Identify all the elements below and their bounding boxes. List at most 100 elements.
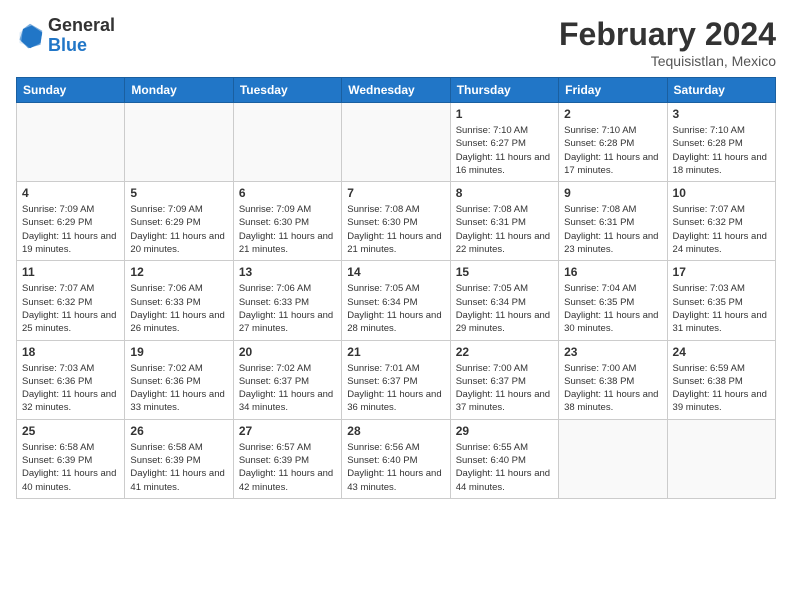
weekday-header-wednesday: Wednesday: [342, 78, 450, 103]
day-info: Sunrise: 7:08 AMSunset: 6:31 PMDaylight:…: [456, 203, 553, 256]
day-info: Sunrise: 7:10 AMSunset: 6:27 PMDaylight:…: [456, 124, 553, 177]
day-number: 23: [564, 345, 661, 359]
calendar-cell-2-6: 9Sunrise: 7:08 AMSunset: 6:31 PMDaylight…: [559, 182, 667, 261]
calendar-cell-2-2: 5 Sunrise: 7:09 AMSunset: 6:29 PMDaylight…: [125, 182, 233, 261]
day-number: 14: [347, 265, 444, 279]
day-info: Sunrise: 7:05 AMSunset: 6:34 PMDaylight:…: [347, 282, 444, 335]
day-number: 5: [130, 186, 227, 200]
calendar-cell-3-7: 17 Sunrise: 7:03 AMSunset: 6:35 PMDayligh…: [667, 261, 775, 340]
weekday-header-tuesday: Tuesday: [233, 78, 341, 103]
calendar-cell-3-1: 11 Sunrise: 7:07 AMSunset: 6:32 PMDayligh…: [17, 261, 125, 340]
day-number: 24: [673, 345, 770, 359]
calendar-header: SundayMondayTuesdayWednesdayThursdayFrid…: [17, 78, 776, 103]
calendar-cell-2-7: 10 Sunrise: 7:07 AMSunset: 6:32 PMDayligh…: [667, 182, 775, 261]
calendar-cell-1-2: [125, 103, 233, 182]
day-number: 16: [564, 265, 661, 279]
calendar-cell-3-5: 15 Sunrise: 7:05 AMSunset: 6:34 PMDayligh…: [450, 261, 558, 340]
day-number: 19: [130, 345, 227, 359]
calendar-cell-3-2: 12Sunrise: 7:06 AMSunset: 6:33 PMDayligh…: [125, 261, 233, 340]
calendar-cell-5-1: 25Sunrise: 6:58 AMSunset: 6:39 PMDayligh…: [17, 419, 125, 498]
day-info: Sunrise: 7:06 AMSunset: 6:33 PMDaylight:…: [239, 282, 336, 335]
day-info: Sunrise: 7:04 AMSunset: 6:35 PMDaylight:…: [564, 282, 661, 335]
calendar-cell-4-3: 20 Sunrise: 7:02 AMSunset: 6:37 PMDayligh…: [233, 340, 341, 419]
day-info: Sunrise: 7:06 AMSunset: 6:33 PMDaylight:…: [130, 282, 227, 335]
calendar-week-row-5: 25Sunrise: 6:58 AMSunset: 6:39 PMDayligh…: [17, 419, 776, 498]
weekday-header-sunday: Sunday: [17, 78, 125, 103]
day-number: 28: [347, 424, 444, 438]
calendar-week-row-1: 1 Sunrise: 7:10 AMSunset: 6:27 PMDaylight…: [17, 103, 776, 182]
calendar-cell-2-3: 6 Sunrise: 7:09 AMSunset: 6:30 PMDaylight…: [233, 182, 341, 261]
weekday-header-row: SundayMondayTuesdayWednesdayThursdayFrid…: [17, 78, 776, 103]
day-info: Sunrise: 7:05 AMSunset: 6:34 PMDaylight:…: [456, 282, 553, 335]
month-title: February 2024: [559, 16, 776, 53]
logo-blue-text: Blue: [48, 35, 87, 55]
day-number: 2: [564, 107, 661, 121]
weekday-header-friday: Friday: [559, 78, 667, 103]
calendar-cell-4-7: 24Sunrise: 6:59 AMSunset: 6:38 PMDayligh…: [667, 340, 775, 419]
calendar-cell-3-6: 16 Sunrise: 7:04 AMSunset: 6:35 PMDayligh…: [559, 261, 667, 340]
calendar-cell-2-1: 4 Sunrise: 7:09 AMSunset: 6:29 PMDaylight…: [17, 182, 125, 261]
logo: General Blue: [16, 16, 115, 56]
day-number: 27: [239, 424, 336, 438]
calendar-cell-4-5: 22 Sunrise: 7:00 AMSunset: 6:37 PMDayligh…: [450, 340, 558, 419]
day-number: 29: [456, 424, 553, 438]
day-number: 7: [347, 186, 444, 200]
calendar-cell-2-5: 8 Sunrise: 7:08 AMSunset: 6:31 PMDaylight…: [450, 182, 558, 261]
day-number: 4: [22, 186, 119, 200]
calendar-cell-5-3: 27 Sunrise: 6:57 AMSunset: 6:39 PMDayligh…: [233, 419, 341, 498]
calendar-cell-4-6: 23Sunrise: 7:00 AMSunset: 6:38 PMDayligh…: [559, 340, 667, 419]
calendar-cell-1-5: 1 Sunrise: 7:10 AMSunset: 6:27 PMDaylight…: [450, 103, 558, 182]
day-info: Sunrise: 7:10 AMSunset: 6:28 PMDaylight:…: [673, 124, 770, 177]
day-number: 22: [456, 345, 553, 359]
calendar-cell-1-3: [233, 103, 341, 182]
calendar-week-row-4: 18 Sunrise: 7:03 AMSunset: 6:36 PMDayligh…: [17, 340, 776, 419]
day-info: Sunrise: 7:09 AMSunset: 6:30 PMDaylight:…: [239, 203, 336, 256]
location: Tequisistlan, Mexico: [559, 53, 776, 69]
day-number: 8: [456, 186, 553, 200]
calendar-cell-2-4: 7 Sunrise: 7:08 AMSunset: 6:30 PMDaylight…: [342, 182, 450, 261]
day-number: 20: [239, 345, 336, 359]
day-info: Sunrise: 7:07 AMSunset: 6:32 PMDaylight:…: [22, 282, 119, 335]
day-info: Sunrise: 7:08 AMSunset: 6:30 PMDaylight:…: [347, 203, 444, 256]
day-number: 10: [673, 186, 770, 200]
day-info: Sunrise: 7:10 AMSunset: 6:28 PMDaylight:…: [564, 124, 661, 177]
calendar-table: SundayMondayTuesdayWednesdayThursdayFrid…: [16, 77, 776, 499]
calendar-week-row-3: 11 Sunrise: 7:07 AMSunset: 6:32 PMDayligh…: [17, 261, 776, 340]
calendar-cell-4-4: 21Sunrise: 7:01 AMSunset: 6:37 PMDayligh…: [342, 340, 450, 419]
title-block: February 2024 Tequisistlan, Mexico: [559, 16, 776, 69]
day-info: Sunrise: 6:58 AMSunset: 6:39 PMDaylight:…: [130, 441, 227, 494]
day-info: Sunrise: 7:02 AMSunset: 6:37 PMDaylight:…: [239, 362, 336, 415]
day-number: 17: [673, 265, 770, 279]
calendar-cell-3-3: 13 Sunrise: 7:06 AMSunset: 6:33 PMDayligh…: [233, 261, 341, 340]
day-info: Sunrise: 7:03 AMSunset: 6:36 PMDaylight:…: [22, 362, 119, 415]
calendar-cell-5-4: 28 Sunrise: 6:56 AMSunset: 6:40 PMDayligh…: [342, 419, 450, 498]
day-number: 11: [22, 265, 119, 279]
calendar-cell-5-2: 26Sunrise: 6:58 AMSunset: 6:39 PMDayligh…: [125, 419, 233, 498]
day-number: 21: [347, 345, 444, 359]
calendar-cell-1-4: [342, 103, 450, 182]
calendar-cell-5-7: [667, 419, 775, 498]
calendar-cell-1-7: 3Sunrise: 7:10 AMSunset: 6:28 PMDaylight…: [667, 103, 775, 182]
day-info: Sunrise: 7:09 AMSunset: 6:29 PMDaylight:…: [22, 203, 119, 256]
day-info: Sunrise: 6:58 AMSunset: 6:39 PMDaylight:…: [22, 441, 119, 494]
calendar-cell-4-2: 19 Sunrise: 7:02 AMSunset: 6:36 PMDayligh…: [125, 340, 233, 419]
day-number: 18: [22, 345, 119, 359]
day-number: 1: [456, 107, 553, 121]
day-info: Sunrise: 6:56 AMSunset: 6:40 PMDaylight:…: [347, 441, 444, 494]
day-info: Sunrise: 6:57 AMSunset: 6:39 PMDaylight:…: [239, 441, 336, 494]
calendar-cell-1-1: [17, 103, 125, 182]
logo-icon: [16, 22, 44, 50]
day-info: Sunrise: 6:55 AMSunset: 6:40 PMDaylight:…: [456, 441, 553, 494]
day-number: 6: [239, 186, 336, 200]
page-header: General Blue February 2024 Tequisistlan,…: [16, 16, 776, 69]
day-info: Sunrise: 7:07 AMSunset: 6:32 PMDaylight:…: [673, 203, 770, 256]
day-info: Sunrise: 7:02 AMSunset: 6:36 PMDaylight:…: [130, 362, 227, 415]
day-info: Sunrise: 7:00 AMSunset: 6:37 PMDaylight:…: [456, 362, 553, 415]
day-number: 13: [239, 265, 336, 279]
day-number: 15: [456, 265, 553, 279]
calendar-week-row-2: 4 Sunrise: 7:09 AMSunset: 6:29 PMDaylight…: [17, 182, 776, 261]
day-info: Sunrise: 7:03 AMSunset: 6:35 PMDaylight:…: [673, 282, 770, 335]
weekday-header-saturday: Saturday: [667, 78, 775, 103]
calendar-cell-4-1: 18 Sunrise: 7:03 AMSunset: 6:36 PMDayligh…: [17, 340, 125, 419]
day-info: Sunrise: 7:09 AMSunset: 6:29 PMDaylight:…: [130, 203, 227, 256]
